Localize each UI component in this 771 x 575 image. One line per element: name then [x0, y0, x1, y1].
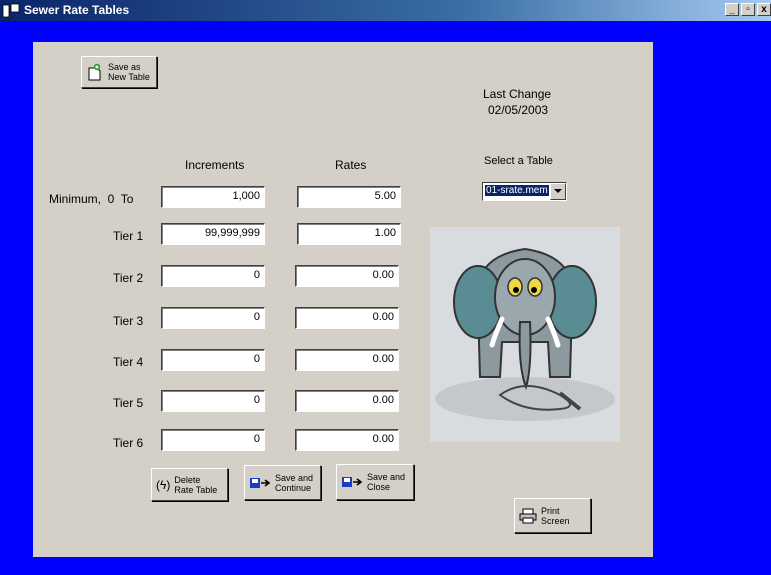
delete-icon: (ϟ) — [156, 477, 171, 492]
title-bar: Sewer Rate Tables _ ▫ x — [0, 0, 771, 21]
app-icon — [2, 3, 20, 18]
table-select-value: 01-srate.mem — [485, 185, 549, 196]
row-label-tier-2: Tier 2 — [113, 271, 144, 285]
minimize-icon[interactable]: _ — [725, 3, 739, 16]
rate-field-tier-3[interactable]: 0.00 — [295, 307, 399, 329]
rate-field-minimum[interactable]: 5.00 — [297, 186, 401, 208]
rate-table-panel: Save as New Table Last Change 02/05/2003… — [33, 42, 653, 557]
table-select[interactable]: 01-srate.mem — [482, 182, 567, 201]
rate-field-tier-5[interactable]: 0.00 — [295, 390, 399, 412]
window-controls: _ ▫ x — [725, 3, 771, 16]
app-window: Save as New Table Last Change 02/05/2003… — [10, 21, 766, 575]
save-and-close-label: Save and Close — [367, 472, 406, 492]
row-label-tier-5: Tier 5 — [113, 396, 144, 410]
delete-rate-table-button[interactable]: (ϟ) Delete Rate Table — [151, 468, 228, 501]
print-screen-label: Print Screen — [541, 505, 570, 526]
save-and-close-button[interactable]: Save and Close — [336, 464, 414, 500]
row-label-tier-6: Tier 6 — [113, 436, 144, 450]
close-icon[interactable]: x — [757, 3, 771, 16]
increment-field-tier-5[interactable]: 0 — [161, 390, 265, 412]
save-disk-icon — [342, 477, 363, 487]
add-document-icon — [88, 63, 101, 81]
rates-header: Rates — [335, 158, 367, 172]
rate-field-tier-1[interactable]: 1.00 — [297, 223, 401, 245]
increment-field-tier-1[interactable]: 99,999,999 — [161, 223, 265, 245]
printer-icon — [519, 508, 537, 523]
restore-icon[interactable]: ▫ — [741, 3, 755, 16]
save-and-continue-label: Save and Continue — [275, 472, 314, 493]
save-and-continue-button[interactable]: Save and Continue — [244, 465, 321, 500]
row-label-tier-3: Tier 3 — [113, 314, 144, 328]
rate-field-tier-2[interactable]: 0.00 — [295, 265, 399, 287]
print-screen-button[interactable]: Print Screen — [514, 498, 591, 533]
delete-rate-table-label: Delete Rate Table — [174, 474, 218, 495]
elephant-icon — [435, 247, 615, 421]
row-label-tier-1: Tier 1 — [113, 229, 144, 243]
select-table-label: Select a Table — [484, 155, 553, 167]
last-change-label: Last Change — [483, 87, 552, 101]
window-title: Sewer Rate Tables — [24, 3, 130, 17]
row-label-tier-4: Tier 4 — [113, 355, 144, 369]
rate-field-tier-4[interactable]: 0.00 — [295, 349, 399, 371]
elephant-illustration — [430, 227, 620, 442]
save-as-new-table-label: Save as New Table — [108, 62, 150, 82]
increments-header: Increments — [185, 158, 245, 172]
increment-field-tier-6[interactable]: 0 — [161, 429, 265, 451]
increment-field-tier-4[interactable]: 0 — [161, 349, 265, 371]
increment-field-tier-3[interactable]: 0 — [161, 307, 265, 329]
chevron-down-icon[interactable] — [550, 183, 566, 200]
last-change-date: 02/05/2003 — [488, 103, 549, 117]
rate-field-tier-6[interactable]: 0.00 — [295, 429, 399, 451]
save-as-new-table-button[interactable]: Save as New Table — [81, 56, 157, 88]
increment-field-tier-2[interactable]: 0 — [161, 265, 265, 287]
increment-field-minimum[interactable]: 1,000 — [161, 186, 265, 208]
row-label-minimum: Minimum, 0 To — [49, 192, 134, 206]
save-disk-icon — [250, 477, 271, 488]
